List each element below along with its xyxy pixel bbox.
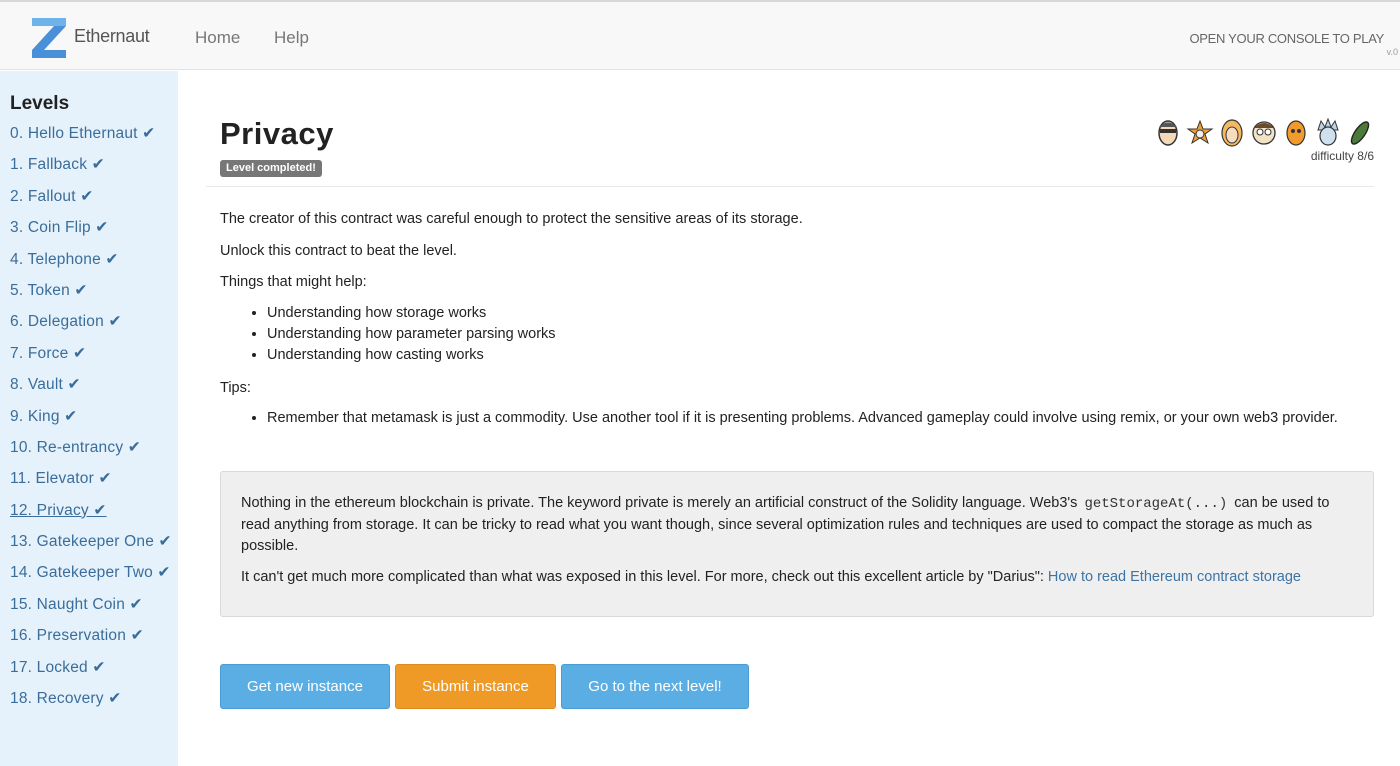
glasses-face-icon <box>1252 121 1276 145</box>
levels-sidebar: Levels 0. Hello Ethernaut ✔ 1. Fallback ✔… <box>0 71 178 766</box>
sidebar-item-level-4[interactable]: 4. Telephone ✔ <box>10 249 175 270</box>
tips-heading: Tips: <box>220 379 251 396</box>
sidebar-item-level-6[interactable]: 6. Delegation ✔ <box>10 311 175 332</box>
sidebar-item-level-13[interactable]: 13. Gatekeeper One ✔ <box>10 531 175 552</box>
sidebar-item-level-3[interactable]: 3. Coin Flip ✔ <box>10 217 175 238</box>
top-navbar: Ethernaut Home Help OPEN YOUR CONSOLE TO… <box>0 0 1400 70</box>
sidebar-item-level-16[interactable]: 16. Preservation ✔ <box>10 625 175 646</box>
next-level-button[interactable]: Go to the next level! <box>561 664 749 709</box>
sidebar-item-level-14[interactable]: 14. Gatekeeper Two ✔ <box>10 562 175 583</box>
description-paragraph: Unlock this contract to beat the level. <box>220 242 457 259</box>
code-snippet: getStorageAt(...) <box>1084 496 1228 512</box>
nav-home-link[interactable]: Home <box>195 28 240 48</box>
zeppelin-logo-icon[interactable] <box>28 14 70 60</box>
sidebar-item-level-1[interactable]: 1. Fallback ✔ <box>10 154 175 175</box>
blonde-face-icon <box>1221 119 1243 147</box>
sidebar-item-level-5[interactable]: 5. Token ✔ <box>10 280 175 301</box>
sidebar-item-level-17[interactable]: 17. Locked ✔ <box>10 657 175 678</box>
note-text: Nothing in the ethereum blockchain is pr… <box>241 495 1082 511</box>
sidebar-item-level-9[interactable]: 9. King ✔ <box>10 406 175 427</box>
orange-face-icon <box>1286 120 1306 146</box>
spiky-face-icon <box>1317 118 1339 146</box>
difficulty-label: difficulty 8/6 <box>1310 149 1374 163</box>
description-paragraph: Things that might help: <box>220 274 367 290</box>
console-hint: OPEN YOUR CONSOLE TO PLAY <box>1189 31 1384 46</box>
helps-list: Understanding how storage works Understa… <box>267 303 1374 366</box>
version-label: v.0 <box>1386 47 1398 57</box>
page-title: Privacy <box>220 116 334 151</box>
levels-heading: Levels <box>10 93 70 114</box>
get-new-instance-button[interactable]: Get new instance <box>220 664 390 709</box>
note-paragraph: It can't get much more complicated than … <box>241 567 1353 588</box>
sidebar-item-level-7[interactable]: 7. Force ✔ <box>10 343 175 364</box>
list-item: Understanding how storage works <box>267 303 1374 324</box>
sidebar-item-level-8[interactable]: 8. Vault ✔ <box>10 374 175 395</box>
list-item: Remember that metamask is just a commodi… <box>267 408 1374 429</box>
star-face-icon <box>1186 119 1214 145</box>
note-paragraph: Nothing in the ethereum blockchain is pr… <box>241 493 1353 557</box>
face-icon <box>1158 120 1178 146</box>
submit-instance-button[interactable]: Submit instance <box>395 664 556 709</box>
sidebar-item-level-12[interactable]: 12. Privacy ✔ <box>10 500 175 521</box>
tips-list: Remember that metamask is just a commodi… <box>267 408 1374 429</box>
sidebar-item-level-10[interactable]: 10. Re-entrancy ✔ <box>10 437 175 458</box>
pickle-icon <box>1350 121 1370 145</box>
sidebar-item-level-11[interactable]: 11. Elevator ✔ <box>10 468 175 489</box>
note-text: It can't get much more complicated than … <box>241 569 1048 585</box>
sidebar-item-level-2[interactable]: 2. Fallout ✔ <box>10 186 175 207</box>
list-item: Understanding how parameter parsing work… <box>267 324 1374 345</box>
article-link[interactable]: How to read Ethereum contract storage <box>1048 569 1301 585</box>
list-item: Understanding how casting works <box>267 345 1374 366</box>
brand-name[interactable]: Ethernaut <box>74 26 150 47</box>
levels-list: 0. Hello Ethernaut ✔ 1. Fallback ✔ 2. Fall… <box>10 123 175 719</box>
status-badge: Level completed! <box>220 160 322 177</box>
nav-help-link[interactable]: Help <box>274 28 309 48</box>
header-divider <box>206 186 1374 187</box>
sidebar-item-level-15[interactable]: 15. Naught Coin ✔ <box>10 594 175 615</box>
sidebar-item-level-0[interactable]: 0. Hello Ethernaut ✔ <box>10 123 175 144</box>
description-paragraph: The creator of this contract was careful… <box>220 211 803 227</box>
completion-note: Nothing in the ethereum blockchain is pr… <box>220 471 1374 617</box>
author-avatars <box>1154 118 1374 148</box>
sidebar-item-level-18[interactable]: 18. Recovery ✔ <box>10 688 175 709</box>
level-description: The creator of this contract was careful… <box>220 210 1374 442</box>
